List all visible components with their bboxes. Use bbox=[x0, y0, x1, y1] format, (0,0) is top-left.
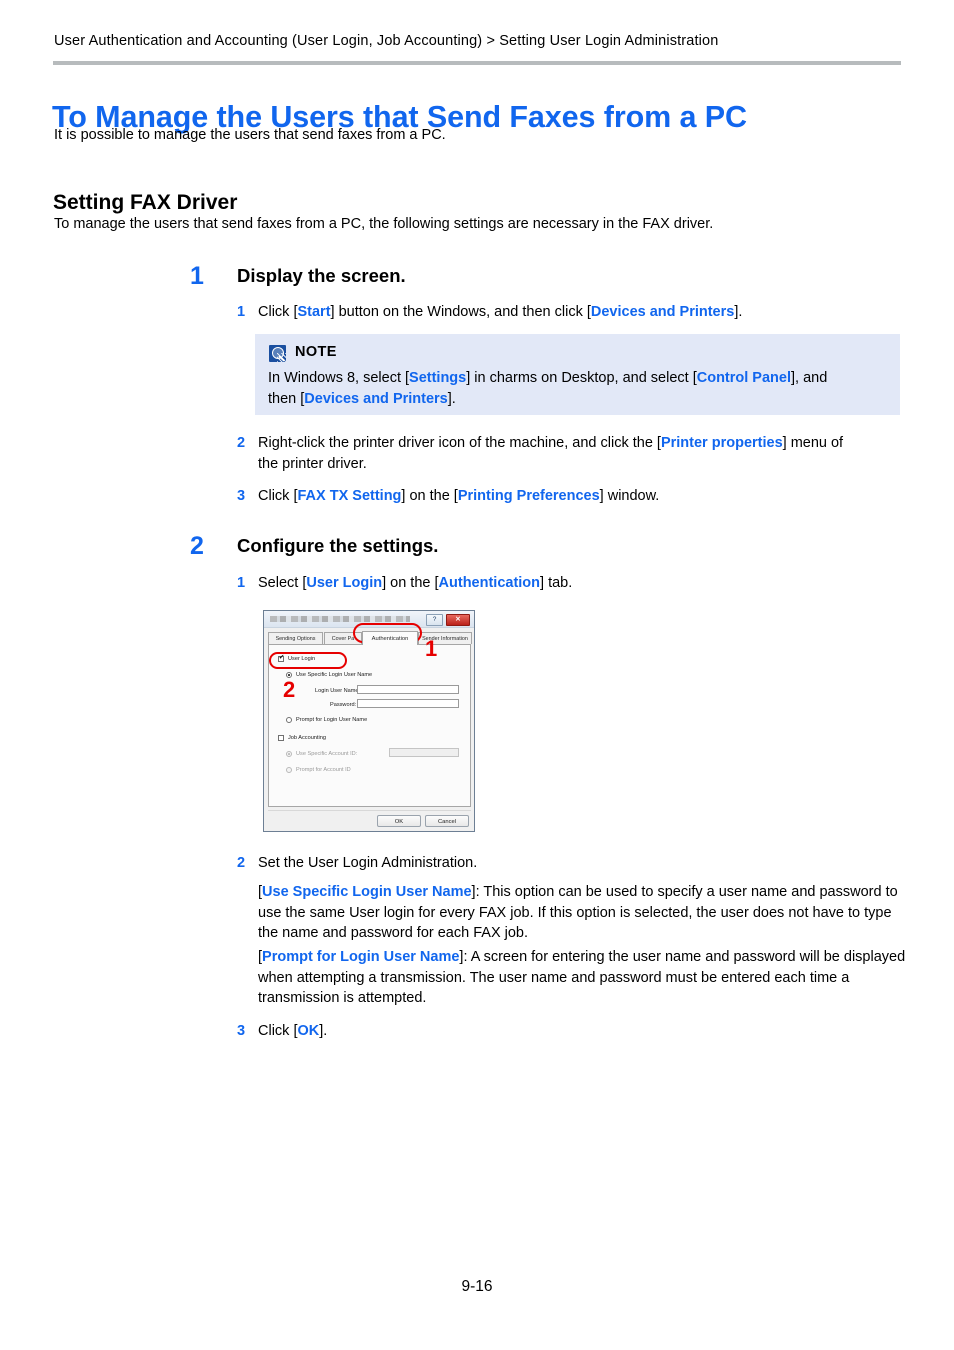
dialog-tabstrip: Sending Options Cover Pa Authentication … bbox=[268, 631, 472, 645]
paragraph-prompt-line2: when attempting a transmission. The user… bbox=[258, 969, 850, 986]
substep-1-1-text: Click [Start] button on the Windows, and… bbox=[258, 302, 742, 323]
use-specific-account-label: Use Specific Account ID: bbox=[296, 750, 358, 757]
annotation-ring-user-login bbox=[269, 652, 347, 669]
section-intro-text: To manage the users that send faxes from… bbox=[54, 216, 714, 232]
header-divider bbox=[53, 61, 901, 65]
substep-1-3-text: Click [FAX TX Setting] on the [Printing … bbox=[258, 486, 659, 507]
page-intro-text: It is possible to manage the users that … bbox=[54, 127, 446, 143]
close-button[interactable]: ✕ bbox=[446, 614, 470, 626]
substep-2-1-part-b: ] on the [ bbox=[382, 575, 439, 591]
fax-driver-dialog-screenshot: ? ✕ Sending Options Cover Pa Authenticat… bbox=[263, 610, 475, 832]
substep-1-2-part-b: ] menu of bbox=[782, 435, 844, 451]
note-label: NOTE bbox=[295, 344, 337, 360]
substep-1-1-number: 1 bbox=[237, 304, 246, 320]
link-start: Start bbox=[297, 304, 331, 320]
substep-1-1-part-a: Click [ bbox=[258, 304, 298, 320]
link-prompt-for-login-user-name: Prompt for Login User Name bbox=[262, 949, 460, 965]
link-printer-properties: Printer properties bbox=[660, 435, 783, 451]
help-button[interactable]: ? bbox=[426, 614, 443, 626]
note-callout: NOTE In Windows 8, select [Settings] in … bbox=[255, 334, 900, 415]
substep-1-3-number: 3 bbox=[237, 488, 246, 504]
annotation-number-1: 1 bbox=[425, 636, 438, 661]
substep-2-1-text: Select [User Login] on the [Authenticati… bbox=[258, 573, 572, 594]
job-accounting-checkbox[interactable] bbox=[278, 735, 284, 741]
substep-1-3-part-a: Click [ bbox=[258, 488, 298, 504]
link-printing-preferences: Printing Preferences bbox=[457, 488, 600, 504]
substep-1-1-part-c: ]. bbox=[734, 304, 743, 320]
use-specific-login-label: Use Specific Login User Name bbox=[296, 671, 373, 678]
note-icon bbox=[269, 345, 286, 362]
paragraph-use-specific-line1: ]: This option can be used to specify a … bbox=[471, 884, 898, 900]
link-devices-and-printers: Devices and Printers bbox=[590, 304, 735, 320]
link-user-login: User Login bbox=[306, 575, 383, 591]
paragraph-use-specific-login-user-name: [Use Specific Login User Name]: This opt… bbox=[258, 882, 908, 944]
substep-2-2-number: 2 bbox=[237, 855, 246, 871]
note-line1-c: ], and bbox=[791, 370, 828, 386]
tab-sending-options[interactable]: Sending Options bbox=[268, 632, 323, 644]
prompt-account-label: Prompt for Account ID bbox=[296, 766, 351, 773]
paragraph-use-specific-line2: use the same User login for every FAX jo… bbox=[258, 904, 892, 921]
password-label: Password: bbox=[330, 702, 357, 708]
step-1-number: 1 bbox=[190, 262, 204, 290]
login-user-name-input[interactable] bbox=[357, 685, 459, 694]
substep-2-3-text: Click [OK]. bbox=[258, 1021, 327, 1042]
page-number: 9-16 bbox=[461, 1278, 493, 1295]
substep-1-2-number: 2 bbox=[237, 435, 246, 451]
job-accounting-label: Job Accounting bbox=[288, 734, 326, 741]
note-line2-b: ]. bbox=[447, 390, 456, 407]
dialog-cancel-button[interactable]: Cancel bbox=[425, 815, 469, 827]
breadcrumb: User Authentication and Accounting (User… bbox=[54, 33, 719, 49]
substep-2-1-part-c: ] tab. bbox=[540, 575, 573, 591]
substep-1-2-part-a: Right-click the printer driver icon of t… bbox=[258, 435, 661, 451]
prompt-account-radio[interactable] bbox=[286, 767, 292, 773]
prompt-login-label: Prompt for Login User Name bbox=[296, 716, 368, 723]
step-2-title: Configure the settings. bbox=[237, 535, 439, 556]
account-id-input[interactable] bbox=[389, 748, 459, 757]
note-line2-a: then [ bbox=[268, 390, 305, 407]
link-control-panel: Control Panel bbox=[696, 370, 791, 386]
link-fax-tx-setting: FAX TX Setting bbox=[297, 488, 402, 504]
login-user-name-label: Login User Name: bbox=[315, 688, 361, 694]
substep-2-2-text: Set the User Login Administration. bbox=[258, 855, 478, 871]
password-input[interactable] bbox=[357, 699, 459, 708]
prompt-login-radio[interactable] bbox=[286, 717, 292, 723]
substep-1-3-part-b: ] on the [ bbox=[401, 488, 458, 504]
note-line1-a: In Windows 8, select [ bbox=[268, 370, 410, 386]
paragraph-prompt-for-login-user-name: [Prompt for Login User Name]: A screen f… bbox=[258, 947, 908, 1009]
link-use-specific-login-user-name: Use Specific Login User Name bbox=[262, 884, 472, 900]
link-devices-and-printers-2: Devices and Printers bbox=[304, 390, 448, 407]
dialog-ok-button[interactable]: OK bbox=[377, 815, 421, 827]
substep-2-3-number: 3 bbox=[237, 1023, 246, 1039]
substep-2-3-part-a: Click [ bbox=[258, 1023, 298, 1039]
paragraph-prompt-line3: transmission is attempted. bbox=[258, 990, 427, 1006]
note-line1-b: ] in charms on Desktop, and select [ bbox=[466, 370, 697, 386]
substep-1-2-text: Right-click the printer driver icon of t… bbox=[258, 433, 908, 474]
substep-2-1-number: 1 bbox=[237, 575, 246, 591]
paragraph-prompt-line1: ]: A screen for entering the user name a… bbox=[459, 949, 906, 965]
step-2-number: 2 bbox=[190, 532, 204, 560]
document-page: User Authentication and Accounting (User… bbox=[0, 0, 954, 1350]
link-settings: Settings bbox=[409, 370, 467, 386]
step-1-title: Display the screen. bbox=[237, 265, 406, 286]
link-ok: OK bbox=[297, 1023, 320, 1039]
substep-2-3-part-b: ]. bbox=[319, 1023, 328, 1039]
substep-1-3-part-c: ] window. bbox=[599, 488, 660, 504]
section-heading: Setting FAX Driver bbox=[53, 191, 238, 215]
paragraph-use-specific-line3: the name and password for each FAX job. bbox=[258, 925, 529, 941]
annotation-number-2: 2 bbox=[283, 677, 296, 702]
dialog-title-text bbox=[270, 616, 410, 622]
tab-authentication[interactable]: Authentication bbox=[362, 631, 418, 645]
dialog-footer-divider bbox=[268, 810, 471, 811]
substep-2-1-part-a: Select [ bbox=[258, 575, 307, 591]
substep-1-2-part-c: the printer driver. bbox=[258, 455, 367, 472]
substep-1-1-part-b: ] button on the Windows, and then click … bbox=[330, 304, 591, 320]
use-specific-account-radio[interactable] bbox=[286, 751, 292, 757]
link-authentication: Authentication bbox=[438, 575, 541, 591]
note-body: In Windows 8, select [Settings] in charm… bbox=[268, 368, 888, 409]
